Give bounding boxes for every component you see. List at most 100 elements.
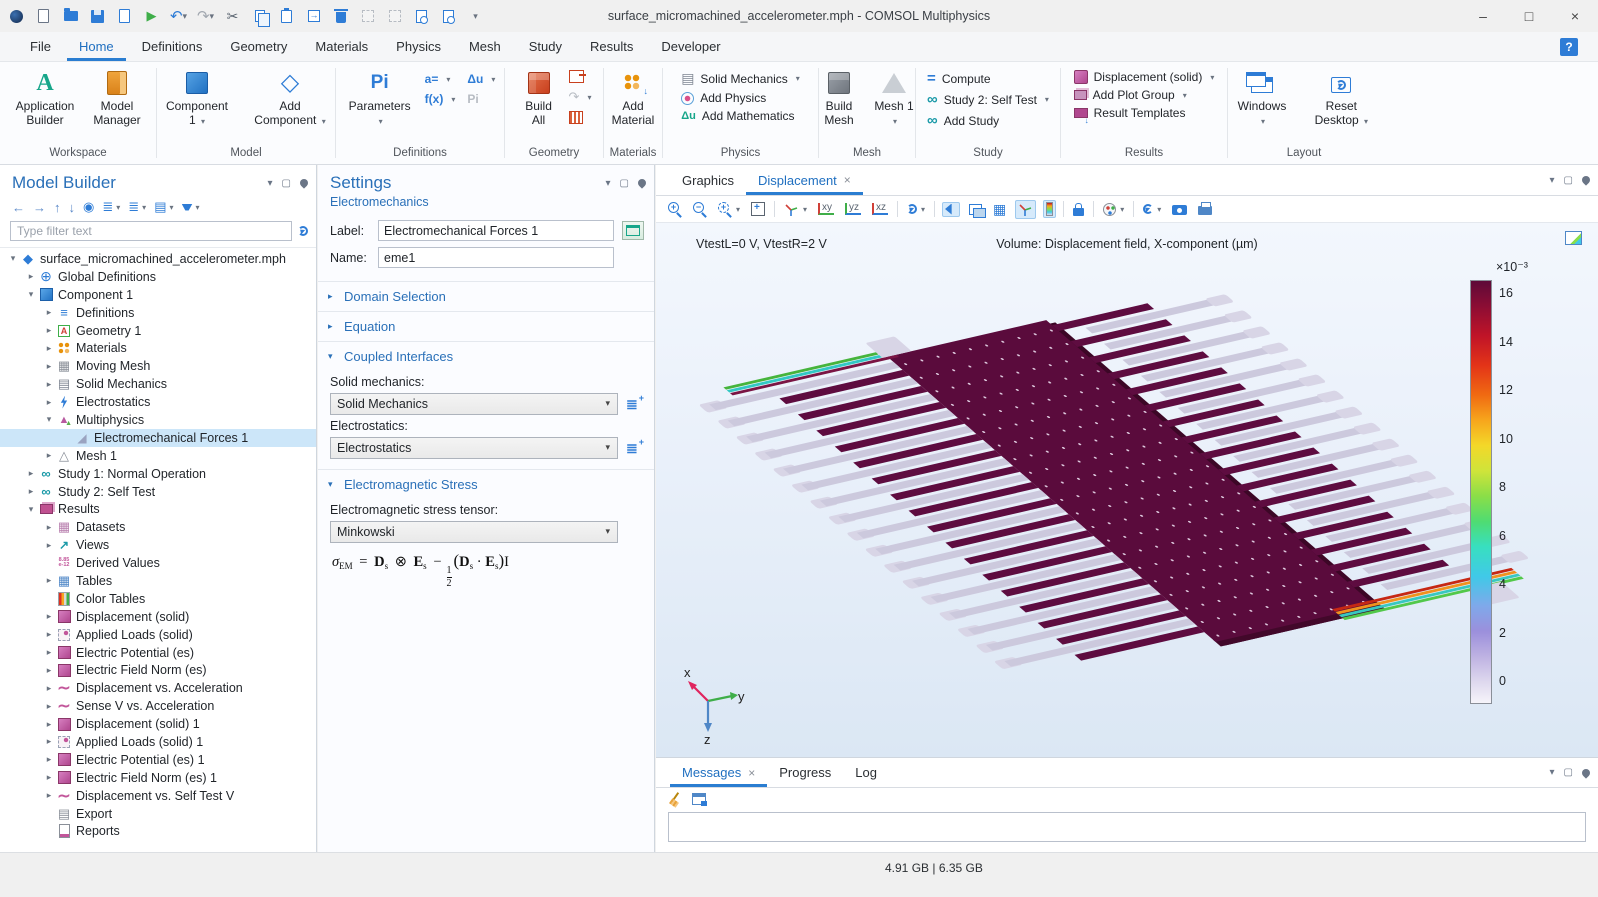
ribbon-tab[interactable]: Study	[517, 32, 574, 61]
view-xz-icon[interactable]: xz	[870, 202, 890, 216]
tree-chevron-icon[interactable]	[42, 611, 56, 622]
view-xy-icon[interactable]: xy	[816, 202, 836, 216]
tree-item[interactable]: Electromechanical Forces 1	[0, 429, 316, 447]
tab-graphics[interactable]: Graphics	[670, 165, 746, 195]
zoom-in-icon[interactable]	[666, 201, 684, 217]
tree-item[interactable]: surface_micromachined_accelerometer.mph	[0, 250, 316, 268]
functions-button[interactable]: f(x)▾	[425, 92, 456, 106]
columns-icon[interactable]: ▤▾	[154, 199, 173, 215]
close-button[interactable]: ×	[1552, 0, 1598, 32]
nonlocal-couplings-button[interactable]: Δu▾	[467, 72, 495, 86]
clear-messages-icon[interactable]	[668, 792, 682, 806]
edit-label-icon[interactable]	[622, 221, 644, 240]
reset-desktop-button[interactable]: Reset Desktop ▾	[1308, 68, 1374, 130]
close-tab-icon[interactable]: ×	[844, 173, 851, 187]
stress-tensor-select[interactable]: Minkowski	[330, 521, 618, 543]
open-file-icon[interactable]	[62, 8, 79, 25]
tree-chevron-icon[interactable]	[42, 736, 56, 747]
tree-chevron-icon[interactable]	[42, 701, 56, 712]
tree-chevron-icon[interactable]	[42, 683, 56, 694]
new-file-icon[interactable]	[35, 8, 52, 25]
tree-item[interactable]: Electric Potential (es)	[0, 644, 316, 662]
move-up-icon[interactable]: ↑	[54, 200, 61, 215]
tree-item[interactable]: Multiphysics	[0, 411, 316, 429]
build-mesh-button[interactable]: Build Mesh	[816, 68, 862, 130]
cut-icon[interactable]: ✂	[224, 8, 241, 25]
tree-item[interactable]: Export	[0, 805, 316, 823]
tree-item[interactable]: Derived Values	[0, 554, 316, 572]
compute-button[interactable]: =Compute	[927, 70, 1049, 87]
plot-area[interactable]: VtestL=0 V, VtestR=2 V Volume: Displacem…	[656, 223, 1598, 757]
tree-item[interactable]: Reports	[0, 823, 316, 841]
tree-chevron-icon[interactable]	[42, 343, 56, 354]
lock-view-icon[interactable]	[1071, 202, 1086, 217]
transparency-icon[interactable]	[967, 203, 984, 216]
windows-button[interactable]: Windows▾	[1234, 68, 1291, 130]
tree-item[interactable]: Sense V vs. Acceleration	[0, 697, 316, 715]
help-button[interactable]: ?	[1560, 38, 1578, 56]
ribbon-tab[interactable]: Mesh	[457, 32, 513, 61]
copy-icon[interactable]	[251, 8, 268, 25]
refresh-icon[interactable]	[298, 226, 308, 236]
panel-menu-icon[interactable]: ▾	[606, 178, 611, 189]
zoom-out-icon[interactable]	[691, 201, 709, 217]
tree-item[interactable]: Electrostatics	[0, 393, 316, 411]
find-replace-icon[interactable]	[440, 8, 457, 25]
ribbon-tab[interactable]: Materials	[303, 32, 380, 61]
tree-item[interactable]: Results	[0, 500, 316, 518]
panel-pin-icon[interactable]	[636, 177, 647, 188]
build-all-button[interactable]: Build All	[517, 68, 561, 130]
grid-icon[interactable]: ▦	[991, 200, 1008, 219]
add-physics-button[interactable]: Add Physics	[681, 91, 800, 105]
ribbon-tab[interactable]: Results	[578, 32, 645, 61]
tree-item[interactable]: Electric Field Norm (es)	[0, 661, 316, 679]
tree-item[interactable]: Mesh 1	[0, 447, 316, 465]
tree-chevron-icon[interactable]	[42, 307, 56, 318]
toolbar-overflow-icon[interactable]: ▾	[467, 8, 484, 25]
tree-item[interactable]: Displacement (solid)	[0, 608, 316, 626]
add-study-button[interactable]: ∞Add Study	[927, 112, 1049, 129]
tree-item[interactable]: Geometry 1	[0, 322, 316, 340]
tree-chevron-icon[interactable]	[42, 397, 56, 408]
ribbon-tab[interactable]: Home	[67, 32, 126, 61]
electrostatics-select[interactable]: Electrostatics	[330, 437, 618, 459]
ribbon-tab[interactable]: Developer	[649, 32, 732, 61]
tree-chevron-icon[interactable]	[24, 504, 38, 515]
add-component-button[interactable]: ◇ Add Component ▾	[248, 68, 332, 130]
tree-item[interactable]: Datasets	[0, 518, 316, 536]
panel-menu-icon[interactable]: ▾	[268, 178, 273, 189]
tab-log[interactable]: Log	[843, 758, 889, 787]
section-equation[interactable]: ▸ Equation	[318, 312, 654, 341]
tree-item[interactable]: Definitions	[0, 304, 316, 322]
default-view-icon[interactable]: ▾	[782, 201, 809, 218]
plot-image-icon[interactable]	[1565, 231, 1582, 245]
close-tab-icon[interactable]: ×	[748, 766, 755, 780]
mesh1-button[interactable]: Mesh 1 ▾	[870, 68, 918, 130]
zoom-extents-icon[interactable]	[749, 201, 767, 217]
tree-chevron-icon[interactable]	[42, 522, 56, 533]
show-color-legend-icon[interactable]	[1043, 200, 1056, 218]
panel-float-icon[interactable]: ▢	[1564, 767, 1573, 778]
tree-item[interactable]: Moving Mesh	[0, 357, 316, 375]
update-plot-icon[interactable]: ▾	[1141, 203, 1163, 215]
tree-item[interactable]: Study 1: Normal Operation	[0, 465, 316, 483]
move-down-icon[interactable]: ↓	[69, 200, 76, 215]
section-coupled-interfaces[interactable]: ▾ Coupled Interfaces	[318, 342, 654, 371]
panel-float-icon[interactable]: ▢	[1564, 175, 1573, 186]
zoom-box-icon[interactable]: ▾	[716, 201, 742, 217]
ribbon-tab[interactable]: File	[18, 32, 63, 61]
tree-chevron-icon[interactable]	[42, 361, 56, 372]
component-button[interactable]: Component 1 ▾	[160, 68, 234, 130]
save-as-icon[interactable]	[116, 8, 133, 25]
tree-chevron-icon[interactable]	[42, 647, 56, 658]
add-mathematics-button[interactable]: ΔuAdd Mathematics	[681, 109, 800, 123]
tree-chevron-icon[interactable]	[42, 450, 56, 461]
scene-light-icon[interactable]	[942, 202, 960, 217]
add-plot-group-button[interactable]: Add Plot Group▾	[1074, 88, 1215, 102]
message-table-icon[interactable]	[692, 793, 706, 805]
forward-icon[interactable]: →	[33, 200, 46, 215]
tree-chevron-icon[interactable]	[42, 540, 56, 551]
tree-item[interactable]: Applied Loads (solid)	[0, 626, 316, 644]
tree-chevron-icon[interactable]	[42, 790, 56, 801]
snapshot-icon[interactable]	[1170, 202, 1189, 216]
